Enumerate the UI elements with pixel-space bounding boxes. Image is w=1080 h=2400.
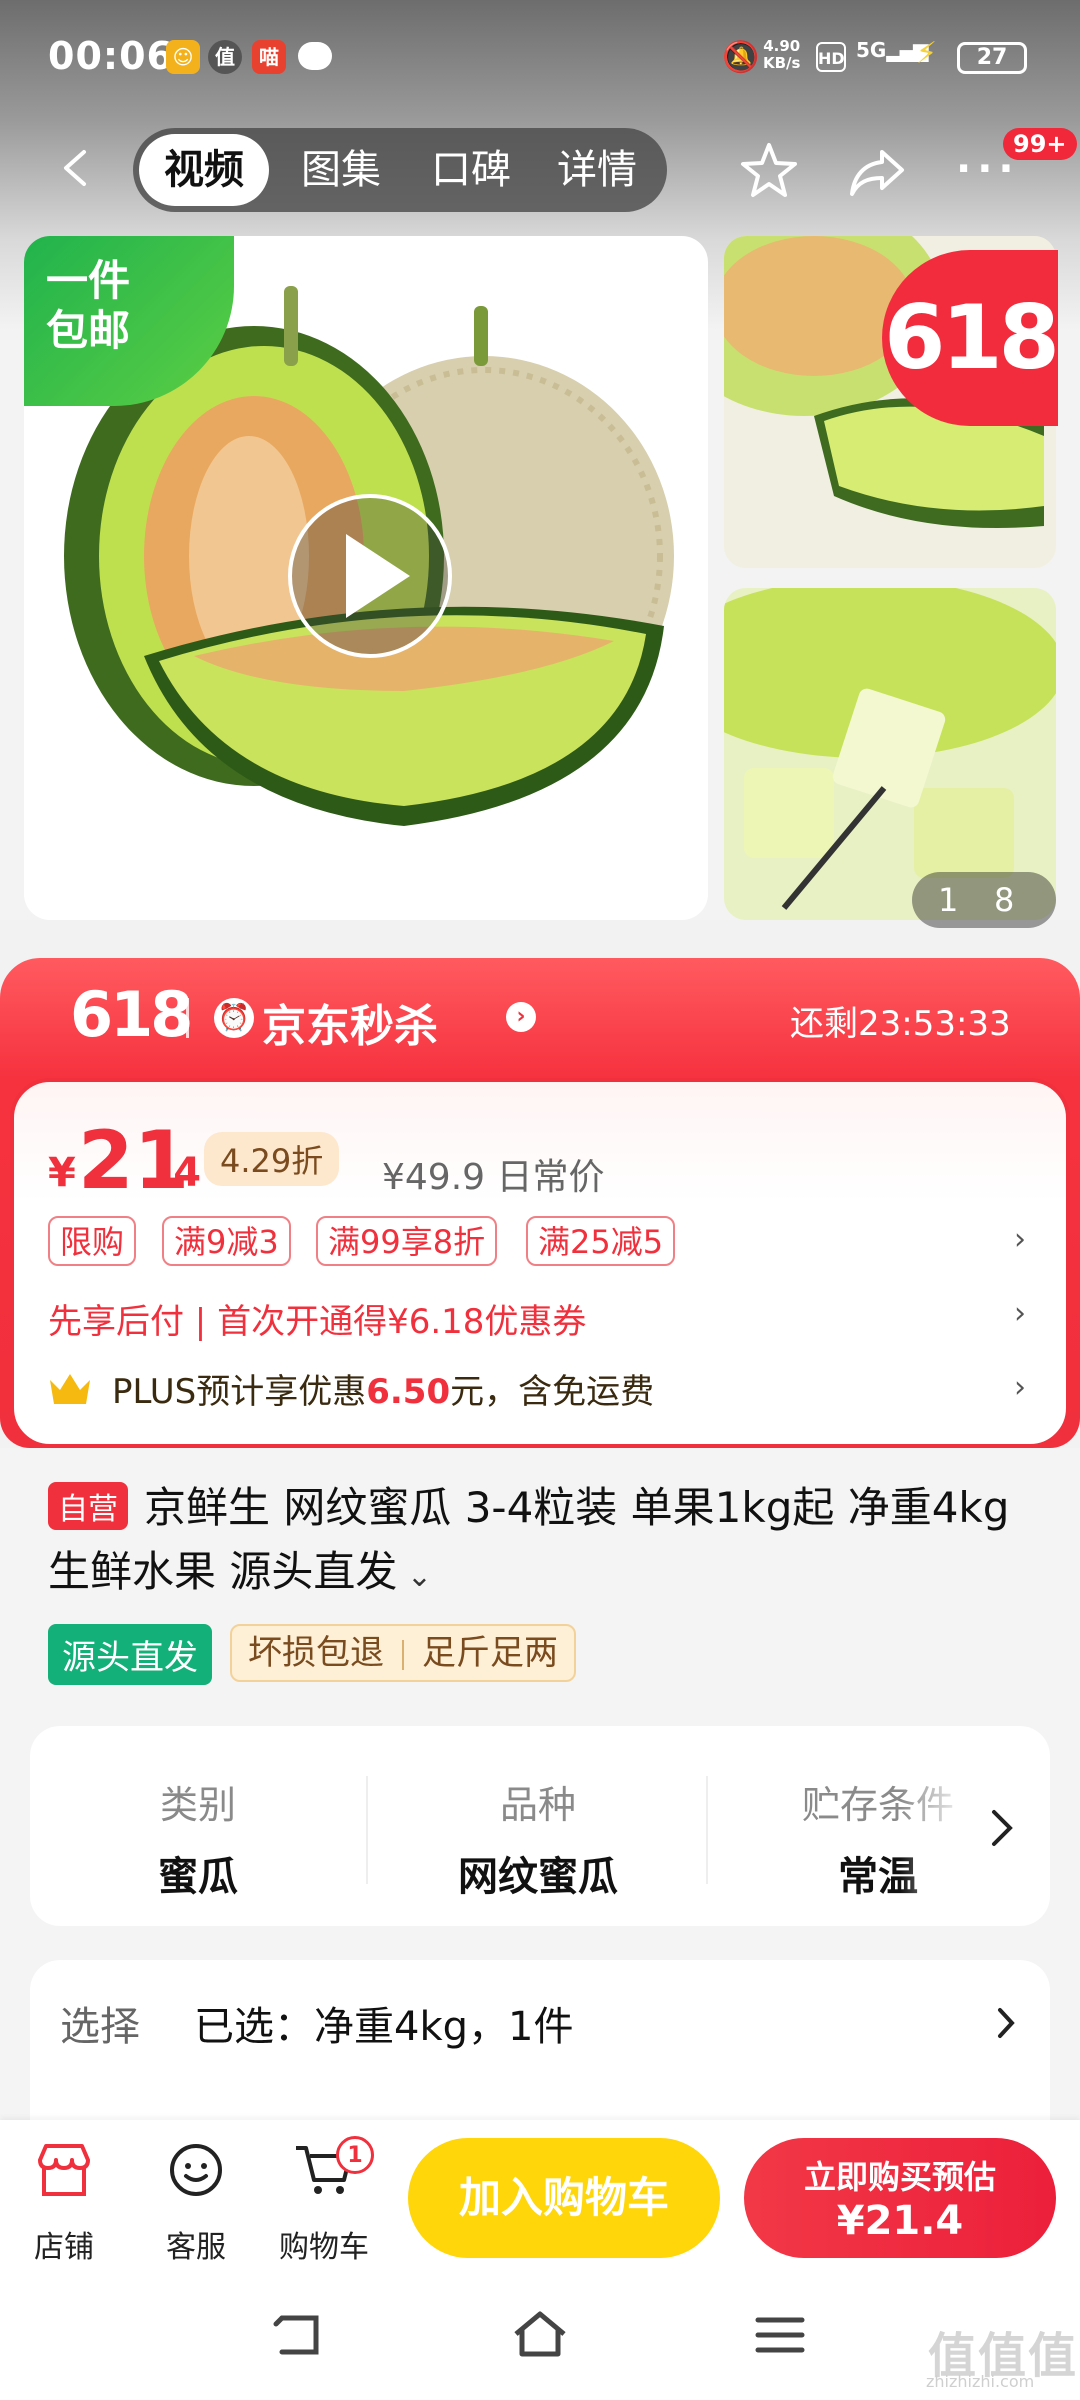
battery-indicator: 27 (957, 42, 1027, 74)
network-speed: 4.90 KB/s (763, 37, 801, 72)
message-icon (298, 42, 332, 70)
chevron-right-icon[interactable]: › (1014, 1296, 1026, 1331)
home-nav-icon[interactable] (510, 2308, 570, 2360)
price-decimal: .4 (158, 1150, 202, 1196)
coupon-tag[interactable]: 限购 (48, 1216, 137, 1266)
plus-offer[interactable]: PLUS预计享优惠6.50元，含免运费 (112, 1364, 654, 1413)
store-icon[interactable] (32, 2138, 96, 2202)
back-nav-icon[interactable] (272, 2312, 324, 2358)
selection-value: 已选：净重4kg，1件 (194, 2004, 574, 2050)
coupon-tag[interactable]: 满99享8折 (316, 1216, 498, 1266)
gallery-counter: 1 8 (912, 872, 1056, 928)
gallery-thumbnail-2[interactable] (724, 588, 1056, 920)
attribute-value: 蜜瓜 (158, 1854, 238, 1900)
divider (186, 998, 189, 1038)
media-tabs: 视频 图集 口碑 详情 (133, 128, 667, 212)
crown-icon (50, 1374, 90, 1404)
cart-count-badge: 1 (336, 2136, 374, 2174)
shopping-app-icon: 喵 (252, 40, 286, 74)
attribute-key: 品种 (499, 1783, 576, 1827)
mute-icon: 🔕 (722, 40, 760, 75)
tab-reviews[interactable]: 口碑 (409, 128, 533, 212)
back-arrow-icon[interactable] (56, 148, 96, 188)
add-to-cart-button[interactable]: 加入购物车 (408, 2138, 720, 2258)
chevron-right-icon[interactable] (996, 2006, 1016, 2040)
chevron-right-icon[interactable]: › (1014, 1222, 1026, 1257)
hd-icon: HD (816, 42, 846, 72)
attribute-key: 类别 (159, 1783, 236, 1827)
selection-label: 选择 (60, 2004, 140, 2050)
menu-nav-icon[interactable] (754, 2314, 806, 2356)
tab-details[interactable]: 详情 (535, 128, 659, 212)
share-icon[interactable] (846, 140, 908, 202)
customer-service-icon[interactable] (164, 2138, 228, 2202)
watermark-url: zhizhizhi.com (926, 2372, 1035, 2391)
coupon-tag[interactable]: 满25减5 (526, 1216, 676, 1266)
flash-sale-event: 618 (70, 978, 193, 1051)
pay-later-offer[interactable]: 先享后付 | 首次开通得¥6.18优惠券 (48, 1294, 586, 1343)
chevron-right-icon[interactable]: › (506, 1002, 536, 1032)
original-price: ¥49.9 日常价 (382, 1157, 605, 1198)
buy-now-button[interactable]: 立即购买预估 ¥21.4 (744, 2138, 1056, 2258)
status-bar: 00:06 ☺ 值 喵 🔕 4.90 KB/s HD 5G▂▄▆ ⚡ 27 (0, 0, 1080, 115)
price-currency: ¥ (48, 1150, 76, 1196)
product-title[interactable]: 京鲜生 网纹蜜瓜 3-4粒装 单果1kg起 净重4kg 生鲜水果 源头直发 ⌄ (48, 1476, 1038, 1609)
countdown-timer: 还剩23:53:33 (790, 1004, 1011, 1044)
618-promo-badge: 618 (882, 250, 1060, 426)
clock-icon: ⏰ (214, 998, 254, 1038)
service-tags[interactable]: 坏损包退 足斤足两 (230, 1624, 576, 1682)
value-app-icon: 值 (208, 40, 242, 74)
star-icon[interactable] (738, 140, 800, 202)
coupon-tag[interactable]: 满9减3 (162, 1216, 291, 1266)
chevron-right-icon[interactable]: › (1014, 1370, 1026, 1405)
discount-badge: 4.29折 (204, 1132, 340, 1186)
tab-video[interactable]: 视频 (139, 134, 269, 206)
scroll-fade (900, 1730, 1000, 1920)
tab-gallery[interactable]: 图集 (279, 128, 403, 212)
divider (366, 1776, 368, 1884)
charging-icon: ⚡ (916, 36, 938, 71)
flash-sale-title[interactable]: 京东秒杀 (262, 990, 438, 1054)
cart-label[interactable]: 购物车 (264, 2222, 384, 2266)
self-operated-badge: 自营 (48, 1482, 128, 1530)
attribute-value: 网纹蜜瓜 (458, 1854, 618, 1900)
divider (706, 1776, 708, 1884)
chevron-right-icon[interactable] (990, 1808, 1014, 1848)
service-label[interactable]: 客服 (136, 2222, 256, 2266)
clock: 00:06 (48, 34, 174, 78)
message-count-badge: 99+ (1003, 128, 1077, 160)
direct-shipping-tag: 源头直发 (48, 1624, 212, 1685)
app-notification-icon: ☺ (166, 40, 200, 74)
store-label[interactable]: 店铺 (4, 2222, 124, 2266)
